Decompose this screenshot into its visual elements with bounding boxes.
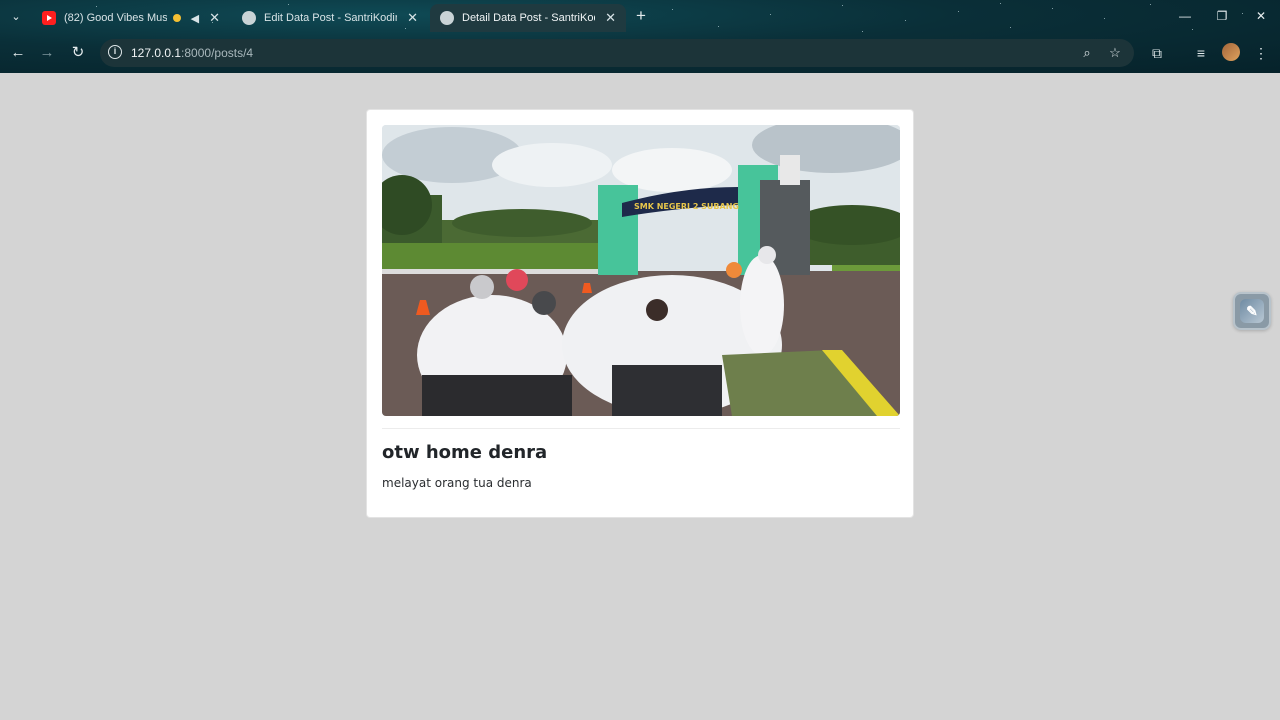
media-controls-icon[interactable]: ≡ [1190, 42, 1212, 64]
back-button[interactable]: ← [6, 41, 30, 65]
close-tab-icon[interactable]: ✕ [407, 10, 418, 26]
profile-avatar[interactable] [1222, 43, 1240, 61]
tab-good-vibes-music[interactable]: (82) Good Vibes Music ◀ ✕ [32, 4, 230, 32]
tab-edit-data-post[interactable]: Edit Data Post - SantriKoding.c ✕ [232, 4, 428, 32]
tab-title: Edit Data Post - SantriKoding.c [264, 12, 397, 24]
pencil-icon: ✎ [1240, 299, 1264, 323]
address-bar[interactable]: i 127.0.0.1:8000/posts/4 ⌕ ☆ [100, 39, 1134, 67]
close-tab-icon[interactable]: ✕ [605, 10, 616, 26]
url-text: 127.0.0.1:8000/posts/4 [131, 46, 253, 60]
tab-strip: ⌄ (82) Good Vibes Music ◀ ✕ Edit Data Po… [0, 0, 1280, 34]
tab-title: Detail Data Post - SantriKoding [462, 12, 595, 24]
post-card: SMK NEGERI 2 SUBANG otw home denra melay… [366, 109, 914, 518]
notification-dot-icon [172, 14, 181, 22]
tab-title: (82) Good Vibes Music [64, 12, 167, 24]
url-path: :8000/posts/4 [181, 46, 254, 60]
minimize-button[interactable]: — [1170, 6, 1200, 26]
post-image: SMK NEGERI 2 SUBANG [382, 125, 900, 416]
floating-extension-button[interactable]: ✎ [1233, 292, 1271, 330]
forward-button[interactable]: → [35, 41, 59, 65]
globe-icon [242, 11, 256, 25]
zoom-icon[interactable]: ⌕ [1078, 44, 1096, 62]
bookmark-star-icon[interactable]: ☆ [1106, 44, 1124, 62]
extensions-icon[interactable]: ⧉ [1146, 42, 1168, 64]
browser-toolbar: ← → ↻ i 127.0.0.1:8000/posts/4 ⌕ ☆ ⧉ ≡ ⋮ [0, 34, 1280, 73]
site-info-icon[interactable]: i [108, 45, 122, 59]
divider [382, 428, 900, 429]
post-title: otw home denra [382, 442, 548, 463]
post-photo: SMK NEGERI 2 SUBANG [382, 125, 900, 416]
menu-icon[interactable]: ⋮ [1250, 42, 1272, 64]
globe-icon [440, 11, 454, 25]
new-tab-button[interactable]: + [631, 6, 651, 26]
reload-button[interactable]: ↻ [66, 41, 90, 65]
close-window-button[interactable]: ✕ [1246, 6, 1276, 26]
youtube-icon [42, 11, 56, 25]
url-host: 127.0.0.1 [131, 46, 182, 60]
restore-button[interactable]: ❐ [1207, 6, 1237, 26]
browser-chrome: ⌄ (82) Good Vibes Music ◀ ✕ Edit Data Po… [0, 0, 1280, 73]
post-content: melayat orang tua denra [382, 476, 532, 490]
tab-detail-data-post[interactable]: Detail Data Post - SantriKoding ✕ [430, 4, 626, 32]
speaker-icon[interactable]: ◀ [191, 12, 199, 25]
close-tab-icon[interactable]: ✕ [209, 10, 220, 26]
tab-search-icon[interactable]: ⌄ [6, 8, 26, 26]
gate-sign-text: SMK NEGERI 2 SUBANG [634, 202, 739, 211]
